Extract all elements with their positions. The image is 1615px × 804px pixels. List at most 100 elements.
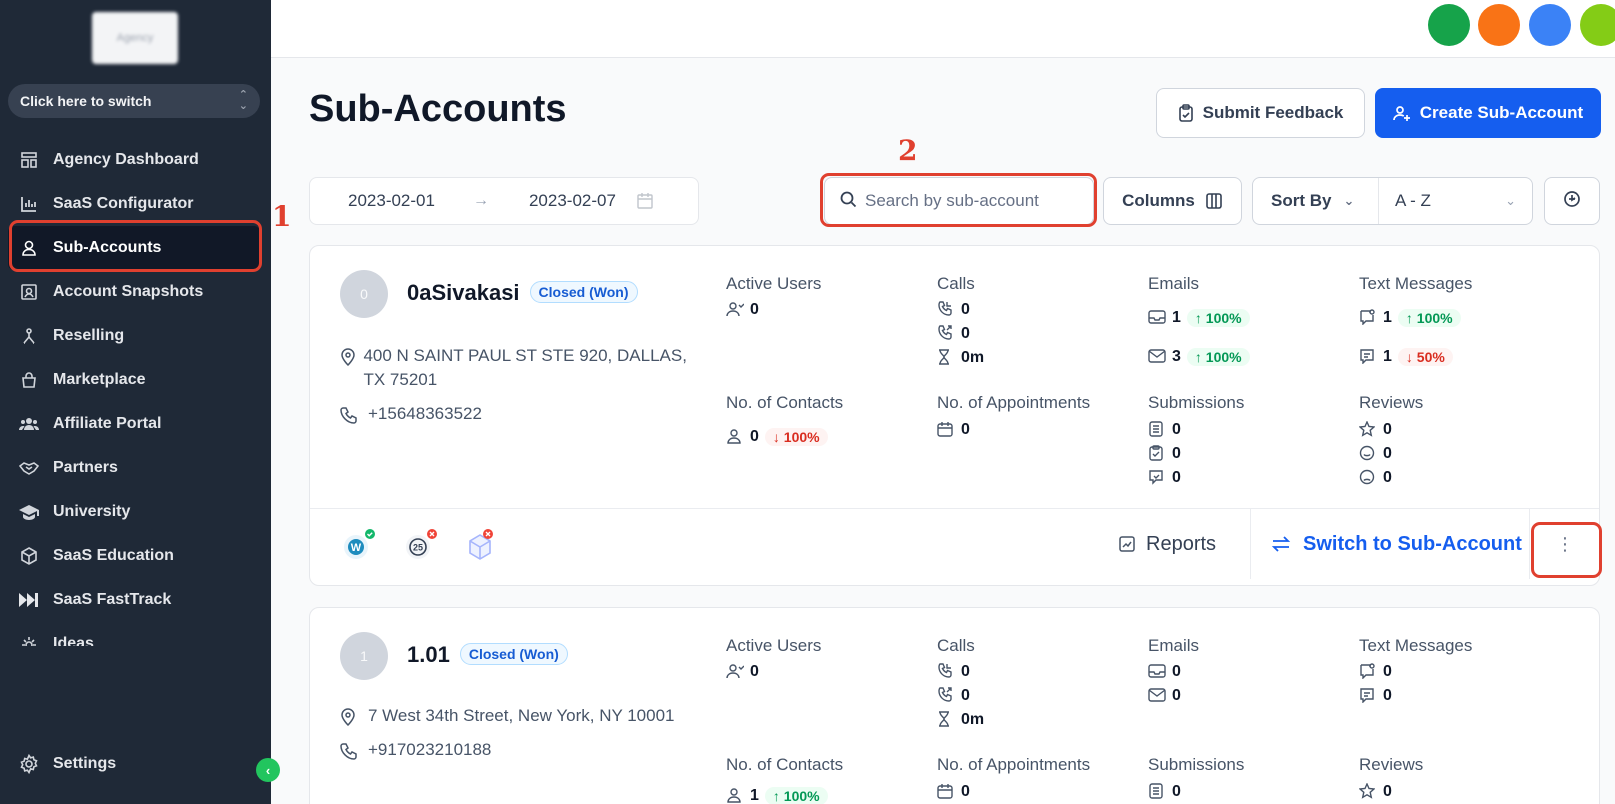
- sort-by-button[interactable]: Sort By ⌄: [1253, 178, 1379, 224]
- submit-feedback-button[interactable]: Submit Feedback: [1156, 88, 1365, 138]
- sidebar-item-settings[interactable]: Settings: [19, 754, 116, 774]
- message-in-icon: [1359, 663, 1377, 681]
- reviews-negative-value: 0: [1383, 469, 1392, 486]
- reports-label: Reports: [1146, 532, 1217, 555]
- mail-icon: [1148, 687, 1166, 705]
- submissions-label: Submissions: [1148, 755, 1245, 774]
- kebab-icon: ⋮: [1556, 533, 1574, 554]
- call-duration-stat: 0m: [937, 346, 984, 370]
- sidebar-item-agency-dashboard[interactable]: Agency Dashboard: [8, 138, 260, 182]
- profile-avatar[interactable]: [1580, 4, 1615, 46]
- phone-integration-icon[interactable]: 25: [402, 525, 440, 563]
- sidebar-item-partners[interactable]: Partners: [8, 446, 260, 490]
- location-pin-icon: [340, 704, 368, 728]
- sub-account-card: 1 1.01 Closed (Won) 7 West 34th Street, N…: [309, 607, 1600, 804]
- survey-icon: [1148, 445, 1166, 463]
- user-avatar[interactable]: [1428, 4, 1470, 46]
- calls-label: Calls: [937, 636, 975, 655]
- refresh-button[interactable]: [1544, 177, 1600, 225]
- active-users-value: 0: [750, 663, 759, 680]
- agency-logo[interactable]: Agency: [92, 12, 178, 64]
- account-address: 7 West 34th Street, New York, NY 10001: [340, 704, 675, 728]
- sort-order-select[interactable]: A - Z ⌄: [1379, 191, 1532, 211]
- sidebar-item-label: University: [53, 503, 131, 520]
- reviews-total-value: 0: [1383, 783, 1392, 800]
- trend-up-badge: ↑ 100%: [1186, 348, 1250, 366]
- sidebar-item-label: SaaS Configurator: [53, 195, 194, 212]
- users-active-icon: [726, 663, 744, 681]
- sidebar-item-saas-fasttrack[interactable]: SaaS FastTrack: [8, 578, 260, 622]
- sidebar-item-label: Partners: [53, 459, 118, 476]
- calls-label: Calls: [937, 274, 975, 293]
- users-active-icon: [726, 301, 744, 319]
- contact-icon: [726, 787, 744, 804]
- cube-integration-icon[interactable]: [464, 525, 502, 563]
- account-name[interactable]: 0aSivakasi: [407, 280, 520, 305]
- create-sub-account-button[interactable]: Create Sub-Account: [1375, 88, 1601, 138]
- account-switcher[interactable]: Click here to switch ⌃ ⌄: [8, 84, 260, 118]
- chevron-down-icon: ⌄: [1505, 193, 1516, 208]
- calendar-icon: [937, 783, 955, 801]
- account-avatar: 1: [340, 632, 388, 680]
- message-out-icon: [1359, 687, 1377, 705]
- help-avatar[interactable]: [1529, 4, 1571, 46]
- search-input-wrapper[interactable]: [824, 177, 1094, 225]
- sidebar-item-account-snapshots[interactable]: Account Snapshots: [8, 270, 260, 314]
- sidebar-item-label: Account Snapshots: [53, 283, 204, 300]
- bulb-icon: [19, 634, 39, 646]
- text-messages-label: Text Messages: [1359, 636, 1473, 655]
- wordpress-integration-icon[interactable]: W: [340, 525, 378, 563]
- refresh-icon: [1562, 189, 1582, 214]
- reviews-negative-stat: 0: [1359, 466, 1392, 490]
- sidebar-item-sub-accounts[interactable]: Sub-Accounts: [8, 226, 260, 270]
- svg-text:25: 25: [413, 543, 423, 553]
- appointments-stat: 0: [937, 418, 970, 442]
- reviews-label: Reviews: [1359, 755, 1424, 774]
- trend-value: 50%: [1416, 349, 1445, 365]
- reports-button[interactable]: Reports: [1118, 509, 1216, 579]
- sidebar-item-saas-education[interactable]: SaaS Education: [8, 534, 260, 578]
- calls-inbound-stat: 0: [937, 298, 970, 322]
- survey-submissions-stat: 0: [1148, 442, 1181, 466]
- settings-label: Settings: [53, 755, 117, 772]
- form-icon: [1148, 783, 1166, 801]
- sidebar-item-university[interactable]: University: [8, 490, 260, 534]
- account-name-row: 0aSivakasi Closed (Won): [407, 280, 638, 306]
- switch-to-sub-account-button[interactable]: Switch to Sub-Account: [1250, 509, 1530, 579]
- notification-avatar[interactable]: [1478, 4, 1520, 46]
- users-icon: [19, 414, 39, 434]
- account-name[interactable]: 1.01: [407, 642, 450, 667]
- search-input[interactable]: [865, 191, 1075, 211]
- date-range-picker[interactable]: 2023-02-01 → 2023-02-07: [309, 177, 699, 225]
- dashboard-icon: [19, 150, 39, 170]
- calls-inbound-stat: 0: [937, 660, 970, 684]
- address-text: 7 West 34th Street, New York, NY 10001: [368, 706, 675, 725]
- sidebar-item-ideas[interactable]: Ideas: [8, 622, 260, 646]
- card-footer: W 25 Reports Switch to Sub-Account ⋮: [310, 508, 1599, 579]
- reviews-total-value: 0: [1383, 421, 1392, 438]
- sidebar-item-saas-configurator[interactable]: SaaS Configurator: [8, 182, 260, 226]
- texts-sent-stat: 1 ↓ 50%: [1359, 345, 1453, 369]
- date-to: 2023-02-07: [528, 191, 616, 210]
- sidebar-item-label: Reselling: [53, 327, 125, 344]
- emails-sent-stat: 0: [1148, 684, 1181, 708]
- sidebar-item-affiliate-portal[interactable]: Affiliate Portal: [8, 402, 260, 446]
- contacts-label: No. of Contacts: [726, 393, 844, 412]
- more-options-button[interactable]: ⋮: [1530, 509, 1599, 579]
- graduation-icon: [19, 502, 39, 522]
- switch-label: Switch to Sub-Account: [1303, 532, 1522, 555]
- calls-outbound-stat: 0: [937, 322, 970, 346]
- emails-sent-value: 3: [1172, 348, 1181, 365]
- star-icon: [1359, 783, 1377, 801]
- emails-received-stat: 0: [1148, 660, 1181, 684]
- sidebar-item-reselling[interactable]: Reselling: [8, 314, 260, 358]
- survey-submissions-value: 0: [1172, 445, 1181, 462]
- account-phone: +917023210188: [340, 738, 491, 762]
- columns-button[interactable]: Columns: [1103, 177, 1242, 225]
- page-title: Sub-Accounts: [309, 88, 567, 130]
- calls-outbound-value: 0: [961, 325, 970, 342]
- sidebar-item-marketplace[interactable]: Marketplace: [8, 358, 260, 402]
- collapse-sidebar-button[interactable]: ‹: [256, 758, 280, 782]
- form-submissions-value: 0: [1172, 421, 1181, 438]
- sidebar: Agency Click here to switch ⌃ ⌄ Agency Da…: [0, 0, 271, 804]
